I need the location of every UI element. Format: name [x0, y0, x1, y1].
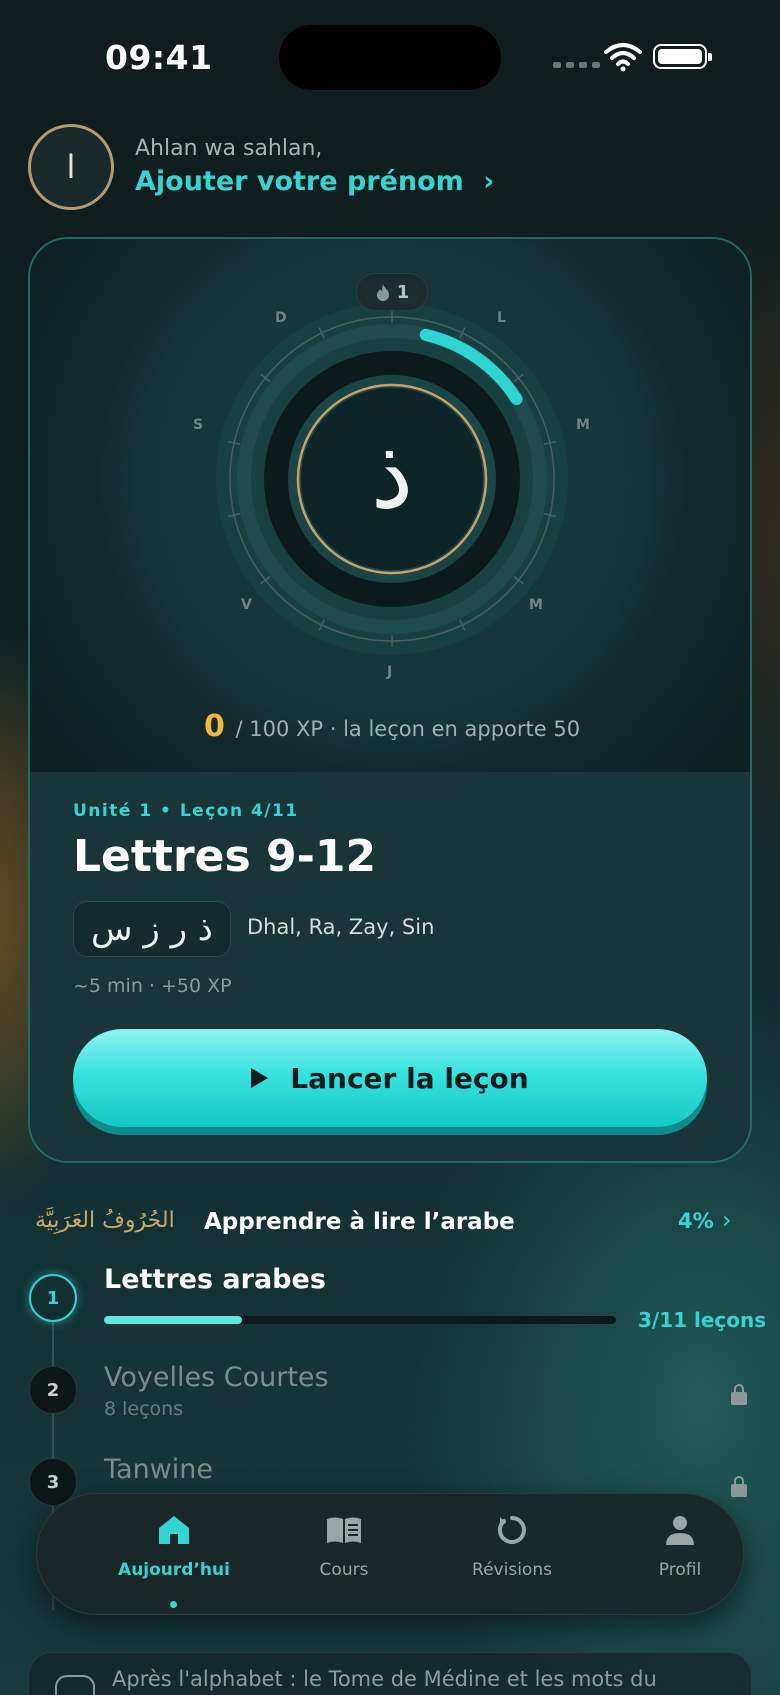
chevron-right-icon: ›	[483, 166, 495, 197]
lesson-meta: ~5 min · +50 XP	[73, 975, 232, 997]
avatar[interactable]: ا	[28, 124, 114, 210]
course-title[interactable]: Apprendre à lire l’arabe	[204, 1209, 515, 1235]
next-course-teaser[interactable]: Après l'alphabet : le Tome de Médine et …	[28, 1652, 752, 1695]
add-name-link[interactable]: Ajouter votre prénom ›	[135, 166, 494, 197]
day-label-l: L	[497, 310, 506, 326]
module-title-3: Tanwine	[104, 1454, 213, 1485]
xp-summary: 0 / 100 XP · la leçon en apporte 50	[30, 709, 750, 744]
module-subtitle-2: 8 leçons	[104, 1398, 184, 1420]
wifi-icon	[604, 43, 642, 72]
daily-lesson-card: 1 L M M J V S D ذ 0 / 100 XP · la leçon …	[28, 237, 752, 1163]
flame-icon	[376, 284, 389, 301]
lesson-title: Lettres 9-12	[73, 831, 377, 882]
teaser-text: Après l'alphabet : le Tome de Médine et …	[112, 1667, 657, 1691]
lesson-letters: ذ ر ز س	[73, 901, 231, 957]
unit-label: Unité 1 • Leçon 4/11	[73, 801, 299, 821]
module-lesson-count: 3/11 leçons	[638, 1308, 767, 1332]
tab-reviews[interactable]: Révisions	[437, 1510, 587, 1580]
lesson-letter-names: Dhal, Ra, Zay, Sin	[247, 915, 435, 939]
lock-icon	[731, 1384, 747, 1405]
add-name-label: Ajouter votre prénom	[135, 166, 464, 197]
tab-courses-label: Cours	[319, 1560, 369, 1580]
greeting-salutation: Ahlan wa sahlan,	[135, 136, 323, 161]
module-number-1[interactable]: 1	[29, 1274, 77, 1322]
chevron-right-icon[interactable]: ›	[722, 1206, 732, 1234]
day-label-m2: M	[529, 597, 543, 613]
tab-courses[interactable]: Cours	[269, 1510, 419, 1580]
tab-reviews-label: Révisions	[472, 1560, 552, 1580]
tab-profile-label: Profil	[658, 1560, 702, 1580]
streak-badge[interactable]: 1	[356, 273, 428, 311]
active-tab-indicator	[170, 1601, 177, 1608]
module-title-2: Voyelles Courtes	[104, 1362, 329, 1393]
xp-dial-area: 1 L M M J V S D ذ 0 / 100 XP · la leçon …	[30, 239, 750, 772]
home-icon	[154, 1510, 194, 1550]
module-number-2: 2	[29, 1366, 77, 1414]
book-icon	[324, 1510, 364, 1550]
battery-icon	[653, 44, 712, 69]
xp-rest: / 100 XP · la leçon en apporte 50	[235, 717, 581, 741]
day-label-m1: M	[576, 417, 590, 433]
tab-profile[interactable]: Profil	[605, 1510, 755, 1580]
xp-current: 0	[203, 709, 225, 744]
day-label-j: J	[387, 664, 393, 680]
dynamic-island	[279, 25, 501, 90]
day-label-s: S	[193, 417, 204, 433]
course-arabic-title: الحُرُوفُ العَرَبِيَّة	[35, 1208, 175, 1233]
start-lesson-label: Lancer la leçon	[290, 1061, 529, 1095]
streak-count: 1	[396, 281, 410, 303]
clock: 09:41	[105, 38, 213, 77]
status-bar: 09:41	[0, 0, 780, 110]
book-open-icon	[55, 1675, 95, 1695]
tab-today-label: Aujourd’hui	[118, 1560, 230, 1580]
play-icon	[251, 1068, 269, 1088]
person-icon	[660, 1510, 700, 1550]
tab-today[interactable]: Aujourd’hui	[99, 1510, 249, 1580]
day-label-d: D	[275, 310, 287, 326]
signal-icon	[553, 62, 600, 68]
day-label-v: V	[241, 597, 252, 613]
refresh-icon	[492, 1510, 532, 1550]
module-progress-bar	[104, 1316, 616, 1324]
start-lesson-button[interactable]: Lancer la leçon	[73, 1029, 707, 1127]
course-percent: 4%	[678, 1209, 714, 1233]
current-letter: ذ	[370, 418, 414, 530]
module-title-1[interactable]: Lettres arabes	[104, 1264, 326, 1295]
tab-bar: Aujourd’hui Cours Révisions Profil	[36, 1493, 744, 1615]
lock-icon	[731, 1476, 747, 1497]
